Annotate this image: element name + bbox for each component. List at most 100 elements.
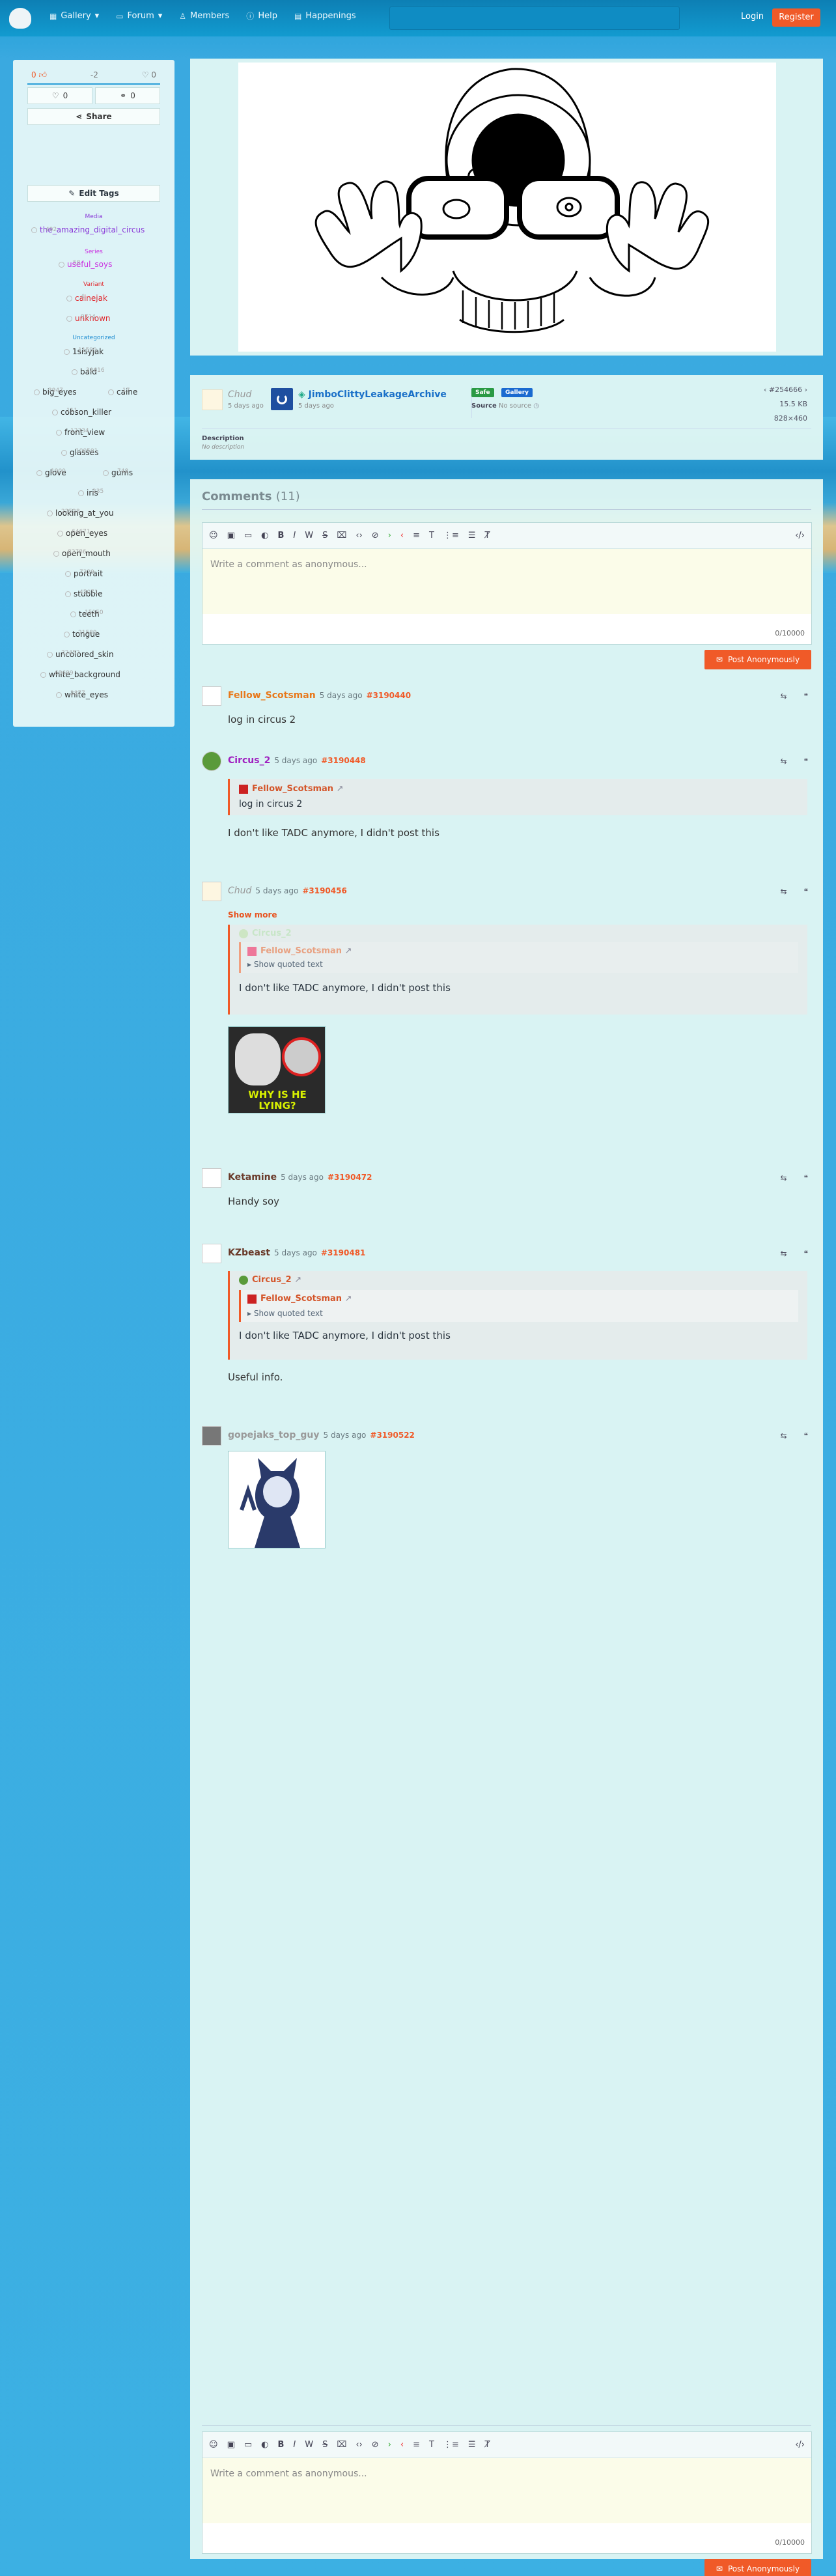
comment-author[interactable]: Chud — [228, 886, 251, 896]
image-icon[interactable]: ▣ — [227, 531, 235, 540]
tag-item[interactable]: the_amazing_digital_circus 492 — [31, 225, 155, 235]
tag-item[interactable]: looking_at_you 22528 — [47, 509, 114, 518]
tag-item[interactable]: uncolored_skin 32452 — [47, 650, 114, 659]
show-quoted-text[interactable]: ▸ Show quoted text — [247, 1309, 792, 1318]
strike-icon[interactable]: S — [322, 531, 327, 540]
tag-item[interactable]: 1sisyjak 11590 — [64, 347, 104, 356]
align-icon[interactable]: ≡ — [413, 2440, 420, 2450]
greentext-icon[interactable]: › — [388, 531, 391, 540]
list2-icon[interactable]: ☰ — [468, 531, 476, 540]
list2-icon[interactable]: ☰ — [468, 2440, 476, 2450]
gif-icon[interactable]: ▭ — [244, 531, 252, 540]
heading-icon[interactable]: T — [429, 2440, 434, 2450]
emoji-icon[interactable]: ☺ — [209, 531, 218, 540]
align-icon[interactable]: ≡ — [413, 531, 420, 540]
quote-icon[interactable]: ❝ — [804, 757, 808, 766]
nav-gallery[interactable]: ▦ Gallery ▾ — [49, 10, 99, 21]
pool-badge[interactable]: Gallery — [501, 388, 533, 397]
tag-item[interactable]: open_mouth 82786 — [53, 549, 111, 558]
clear-format-icon[interactable]: Ⱦ — [485, 2440, 490, 2450]
gif-icon[interactable]: ▭ — [244, 2440, 252, 2450]
link-button[interactable]: ⚭ 0 — [95, 87, 160, 104]
nav-forum[interactable]: ▭ Forum ▾ — [116, 10, 162, 21]
tag-item[interactable]: glasses 100501 — [61, 448, 98, 457]
redtext-icon[interactable]: ‹ — [400, 2440, 404, 2450]
comment-author[interactable]: Ketamine — [228, 1172, 277, 1183]
tag-item[interactable]: iris 235 — [78, 488, 104, 497]
avatar[interactable] — [202, 1244, 221, 1263]
rating-badge[interactable]: Safe — [471, 388, 494, 397]
login-link[interactable]: Login — [741, 12, 764, 21]
italic-icon[interactable]: I — [293, 2440, 296, 2450]
uploader-name[interactable]: Chud — [228, 389, 251, 400]
quote-icon[interactable]: ❝ — [804, 1431, 808, 1440]
search-input[interactable] — [389, 7, 680, 30]
upvote-button[interactable]: 0 👍︎ — [31, 70, 47, 80]
comment-author[interactable]: gopejaks_top_guy — [228, 1430, 320, 1440]
strike-icon[interactable]: S — [322, 2440, 327, 2450]
reply-icon[interactable]: ⇆ — [780, 757, 787, 766]
downvote-button[interactable]: ♡ 0 — [142, 70, 156, 79]
comment-image[interactable]: WHY IS HE LYING? — [228, 1026, 326, 1113]
approver-avatar[interactable] — [271, 388, 293, 410]
list-icon[interactable]: ⋮≡ — [443, 2440, 459, 2450]
tag-item[interactable]: open_eyes 64671 — [57, 529, 107, 538]
reply-icon[interactable]: ⇆ — [780, 692, 787, 701]
hide-icon[interactable]: ⊘ — [372, 2440, 379, 2450]
heading-icon[interactable]: T — [429, 531, 434, 540]
tag-item[interactable]: unknown 9714 — [66, 314, 111, 323]
tag-item[interactable]: portrait 7229 — [65, 569, 103, 578]
tag-item[interactable]: bald 30616 — [72, 367, 105, 376]
weird-icon[interactable]: W — [305, 2440, 313, 2450]
post-image[interactable] — [238, 63, 776, 352]
avatar[interactable] — [202, 686, 221, 706]
tag-item[interactable]: gums 748 — [103, 468, 133, 477]
reply-icon[interactable]: ⇆ — [780, 1249, 787, 1258]
spoiler-icon[interactable]: ⌧ — [337, 531, 346, 540]
register-button[interactable]: Register — [772, 8, 820, 27]
comment-author[interactable]: Fellow_Scotsman — [228, 690, 316, 701]
edit-tags-button[interactable]: ✎ Edit Tags — [27, 185, 160, 202]
post-anonymously-button[interactable]: ✉ Post Anonymously — [704, 2559, 811, 2576]
post-anonymously-button[interactable]: ✉ Post Anonymously — [704, 650, 811, 669]
avatar[interactable] — [202, 1426, 221, 1446]
comment-author[interactable]: KZbeast — [228, 1248, 270, 1258]
tag-item[interactable]: big_eyes 3947 — [34, 387, 77, 397]
tag-item[interactable]: white_eyes 2877 — [56, 690, 108, 699]
tag-item[interactable]: useful_soys 58 — [59, 260, 112, 269]
tag-item[interactable]: cainejak 4 — [66, 294, 107, 303]
comment-id[interactable]: #3190440 — [367, 691, 411, 700]
tag-item[interactable]: tongue 21589 — [64, 630, 100, 639]
tag-item[interactable]: stubble 45071 — [65, 589, 103, 598]
show-quoted-text[interactable]: ▸ Show quoted text — [247, 960, 792, 969]
avatar[interactable] — [202, 882, 221, 901]
code-icon[interactable]: ‹› — [355, 2440, 362, 2450]
greentext-icon[interactable]: › — [388, 2440, 391, 2450]
tag-item[interactable]: cobson_killer 111 — [52, 408, 111, 417]
italic-icon[interactable]: I — [293, 531, 296, 540]
favorite-button[interactable]: ♡ 0 — [27, 87, 92, 104]
comment-author[interactable]: Circus_2 — [228, 755, 270, 766]
site-logo[interactable] — [9, 8, 31, 29]
comment-textarea[interactable]: Write a comment as anonymous... — [202, 2458, 811, 2523]
image-icon[interactable]: ▣ — [227, 2440, 235, 2450]
quote-icon[interactable]: ❝ — [804, 1249, 808, 1258]
palette-icon[interactable]: ◐ — [261, 2440, 268, 2450]
tag-item[interactable]: glove 1900 — [36, 468, 66, 477]
source-toggle-icon[interactable]: ‹/› — [795, 531, 805, 540]
code-icon[interactable]: ‹› — [355, 531, 362, 540]
palette-icon[interactable]: ◐ — [261, 531, 268, 540]
avatar[interactable] — [202, 389, 223, 410]
nav-help[interactable]: ⓘ Help — [246, 10, 277, 21]
approver-name[interactable]: ◈ JimboClittyLeakageArchive — [298, 389, 447, 400]
spoiler-icon[interactable]: ⌧ — [337, 2440, 346, 2450]
emoji-icon[interactable]: ☺ — [209, 2440, 218, 2450]
nav-happenings[interactable]: ▤ Happenings — [294, 10, 356, 21]
bold-icon[interactable]: B — [278, 2440, 285, 2450]
share-button[interactable]: ⋖ Share — [27, 108, 160, 125]
reply-icon[interactable]: ⇆ — [780, 887, 787, 896]
comment-textarea[interactable]: Write a comment as anonymous... — [202, 549, 811, 614]
tag-item[interactable]: teeth 15150 — [70, 609, 104, 619]
show-more-link[interactable]: Show more — [228, 910, 277, 919]
avatar[interactable] — [202, 1168, 221, 1188]
